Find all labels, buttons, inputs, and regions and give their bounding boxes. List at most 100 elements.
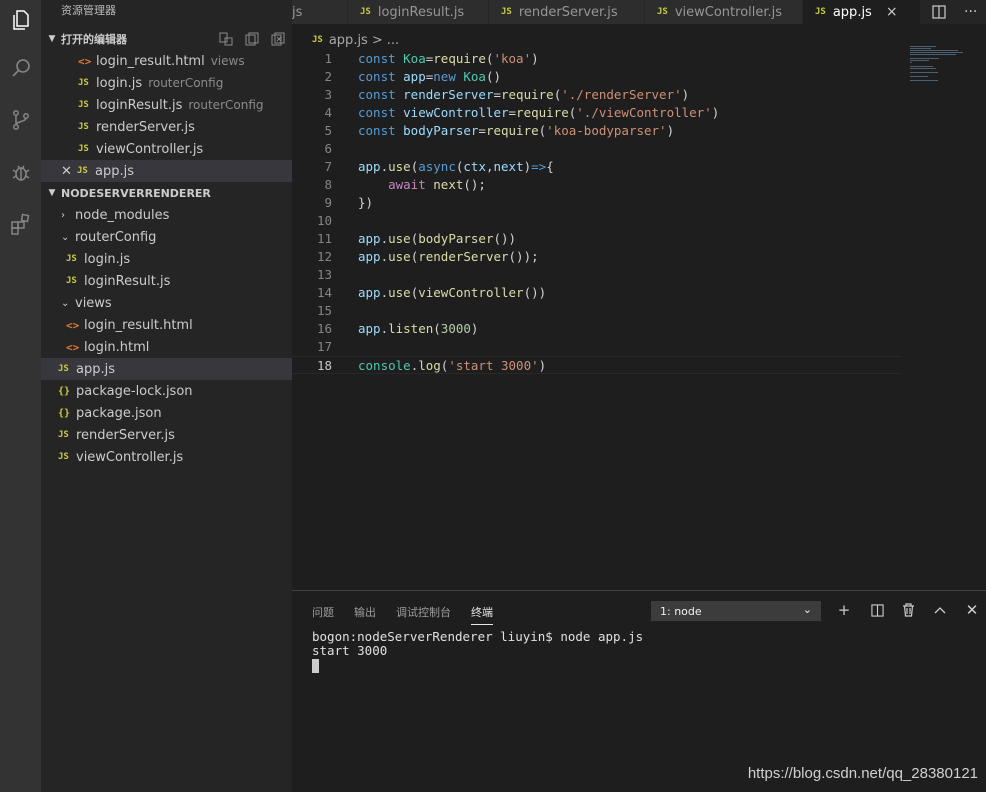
code-token: next — [433, 177, 464, 192]
explorer-icon[interactable] — [0, 0, 41, 40]
tab-loginresult[interactable]: JS loginResult.js — [348, 0, 489, 24]
save-all-icon[interactable] — [244, 31, 260, 47]
breadcrumb-more[interactable]: ... — [387, 33, 399, 48]
tab-terminal[interactable]: 终端 — [471, 604, 493, 625]
line-number: 6 — [324, 141, 332, 156]
file-folder: routerConfig — [188, 98, 264, 112]
code-line[interactable]: 13 — [292, 266, 902, 284]
code-text: app.use(viewController()) — [358, 284, 546, 302]
tree-file[interactable]: <> login.html — [41, 336, 292, 358]
json-file-icon: {} — [58, 407, 71, 419]
code-line[interactable]: 1 const Koa=require('koa') — [292, 50, 902, 68]
code-line[interactable]: 7 app.use(async(ctx,next)=>{ — [292, 158, 902, 176]
tab-label: loginResult.js — [377, 4, 465, 20]
code-line[interactable]: 4 const viewController=require('./viewCon… — [292, 104, 902, 122]
js-file-icon: JS — [815, 7, 826, 17]
open-editor-item-active[interactable]: ✕ JS app.js — [41, 160, 292, 182]
code-text: app.use(bodyParser()) — [358, 230, 516, 248]
js-file-icon: JS — [58, 430, 69, 440]
split-editor-icon[interactable] — [932, 0, 946, 24]
close-panel-icon[interactable]: ✕ — [961, 599, 983, 621]
tab-viewcontroller[interactable]: JS viewController.js — [645, 0, 803, 24]
js-file-icon: JS — [312, 35, 323, 45]
tree-folder[interactable]: › node_modules — [41, 204, 292, 226]
tree-folder[interactable]: ⌄ routerConfig — [41, 226, 292, 248]
new-terminal-icon[interactable]: + — [833, 599, 855, 621]
code-token: const — [358, 87, 404, 102]
code-line[interactable]: 18 console.log('start 3000') — [292, 356, 902, 374]
code-token: => — [531, 159, 547, 174]
chevron-down-icon: ⌄ — [802, 603, 812, 616]
open-editor-item[interactable]: JS loginResult.js routerConfig — [41, 94, 292, 116]
bottom-panel: 问题 输出 调试控制台 终端 1: node ⌄ + ✕ bogon:nodeS… — [292, 590, 986, 792]
code-token: () — [485, 69, 502, 84]
minimap[interactable] — [910, 46, 986, 90]
code-token: const — [358, 105, 404, 120]
breadcrumb-file[interactable]: app.js — [329, 33, 368, 48]
code-token: './viewController' — [576, 105, 712, 120]
code-editor[interactable]: 1 const Koa=require('koa') 2 const app=new … — [292, 50, 902, 590]
split-terminal-icon[interactable] — [866, 599, 888, 621]
code-line[interactable]: 5 const bodyParser=require('koa-bodyparse… — [292, 122, 902, 140]
tree-folder[interactable]: ⌄ views — [41, 292, 292, 314]
tree-file[interactable]: <> login_result.html — [41, 314, 292, 336]
code-text: const renderServer=require('./renderServ… — [358, 86, 689, 104]
file-name: loginResult.js — [84, 273, 171, 289]
tab-renderserver[interactable]: JS renderServer.js — [489, 0, 645, 24]
code-line[interactable]: 12 app.use(renderServer()); — [292, 248, 902, 266]
code-line[interactable]: 16 app.listen(3000) — [292, 320, 902, 338]
code-token: 'start 3000' — [448, 358, 539, 373]
more-actions-icon[interactable]: ··· — [964, 0, 977, 24]
tab-app-active[interactable]: JS app.js × — [803, 0, 921, 24]
terminal-select[interactable]: 1: node ⌄ — [651, 601, 821, 621]
tab-problems[interactable]: 问题 — [312, 604, 334, 620]
trash-icon[interactable] — [897, 599, 919, 621]
tree-file-active[interactable]: JS app.js — [41, 358, 292, 380]
tab-debug-console[interactable]: 调试控制台 — [396, 604, 451, 620]
new-file-icon[interactable] — [218, 31, 234, 47]
tab-label: app.js — [832, 4, 872, 20]
close-all-icon[interactable] — [270, 31, 286, 47]
close-icon[interactable]: ✕ — [61, 164, 77, 179]
project-header[interactable]: ▼ NODESERVERRENDERER — [41, 183, 292, 203]
open-editor-item[interactable]: <> login_result.html views — [41, 50, 292, 72]
tree-file[interactable]: {} package-lock.json — [41, 380, 292, 402]
tab-output[interactable]: 输出 — [354, 604, 376, 620]
js-file-icon: JS — [78, 100, 89, 110]
code-token: 'koa-bodyparser' — [546, 123, 667, 138]
code-token: './renderServer' — [561, 87, 682, 102]
code-line[interactable]: 10 — [292, 212, 902, 230]
open-editor-item[interactable]: JS login.js routerConfig — [41, 72, 292, 94]
explorer-sidebar: 资源管理器 ▼ 打开的编辑器 <> login_result.html view… — [41, 0, 292, 792]
code-line[interactable]: 14 app.use(viewController()) — [292, 284, 902, 302]
code-token: ) — [538, 358, 547, 373]
html-file-icon: <> — [66, 340, 80, 354]
maximize-panel-icon[interactable] — [929, 599, 951, 621]
line-number: 14 — [316, 285, 332, 300]
tree-file[interactable]: JS loginResult.js — [41, 270, 292, 292]
extensions-icon[interactable] — [0, 204, 41, 244]
tree-file[interactable]: JS renderServer.js — [41, 424, 292, 446]
code-token: console — [358, 358, 411, 373]
code-line[interactable]: 8 await next(); — [292, 176, 902, 194]
close-icon[interactable]: × — [886, 4, 898, 20]
search-icon[interactable] — [0, 48, 41, 88]
minimap-line — [910, 72, 938, 73]
open-editors-header[interactable]: ▼ 打开的编辑器 — [41, 29, 292, 49]
open-editor-item[interactable]: JS viewController.js — [41, 138, 292, 160]
code-line[interactable]: 9}) — [292, 194, 902, 212]
tree-file[interactable]: {} package.json — [41, 402, 292, 424]
open-editor-item[interactable]: JS renderServer.js — [41, 116, 292, 138]
code-token: Koa — [463, 69, 486, 84]
code-line[interactable]: 15 — [292, 302, 902, 320]
tree-file[interactable]: JS login.js — [41, 248, 292, 270]
code-line[interactable]: 6 — [292, 140, 902, 158]
code-line[interactable]: 11 app.use(bodyParser()) — [292, 230, 902, 248]
tab-partial[interactable]: js — [292, 0, 348, 24]
tree-file[interactable]: JS viewController.js — [41, 446, 292, 468]
code-line[interactable]: 3 const renderServer=require('./renderSer… — [292, 86, 902, 104]
debug-icon[interactable] — [0, 152, 41, 192]
source-control-icon[interactable] — [0, 100, 41, 140]
code-line[interactable]: 17 — [292, 338, 902, 356]
code-line[interactable]: 2 const app=new Koa() — [292, 68, 902, 86]
